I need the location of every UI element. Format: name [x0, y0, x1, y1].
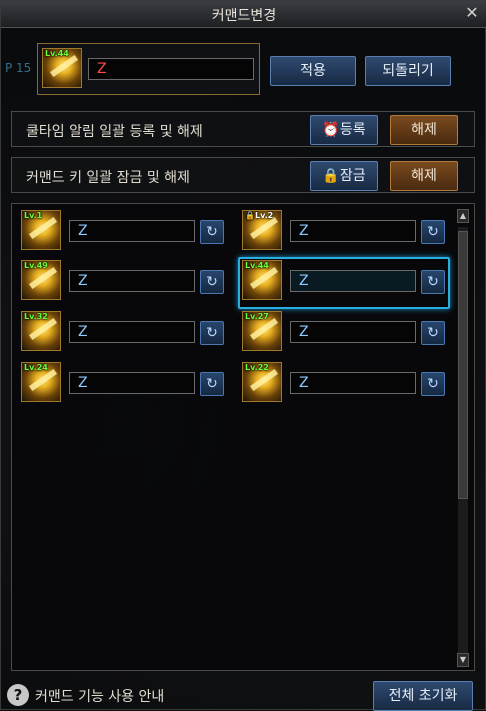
skill-slot: Lv.32 Z ↻ — [21, 309, 226, 359]
skill-icon[interactable]: Lv.44 — [242, 260, 282, 300]
command-field[interactable]: Z — [290, 270, 416, 292]
lock-all-label: 잠금 — [339, 168, 366, 184]
cooldown-release-button[interactable]: 해제 — [390, 115, 458, 145]
skill-slot: 🔒Lv.2 Z ↻ — [242, 208, 447, 258]
skill-slot-selected: Lv.44 Z ↻ — [242, 258, 447, 308]
skill-icon[interactable]: Lv.1 — [21, 210, 61, 250]
revert-button[interactable]: 되돌리기 — [365, 56, 451, 86]
lock-row-label: 커맨드 키 일괄 잠금 및 해제 — [26, 170, 190, 186]
lock-all-button[interactable]: 🔒잠금 — [310, 161, 378, 191]
reset-icon[interactable]: ↻ — [200, 220, 224, 244]
reset-icon[interactable]: ↻ — [421, 270, 445, 294]
reset-icon[interactable]: ↻ — [421, 220, 445, 244]
selected-skill-level: Lv.44 — [45, 49, 69, 58]
skill-slot: Lv.49 Z ↻ — [21, 258, 226, 308]
cooldown-register-label: 등록 — [339, 122, 366, 138]
skill-slot: Lv.24 Z ↻ — [21, 360, 226, 410]
selected-skill-icon: Lv.44 — [42, 48, 82, 88]
background-text: P 15 — [5, 61, 32, 75]
lock-icon: 🔒 — [322, 168, 340, 184]
lock-row: 커맨드 키 일괄 잠금 및 해제 🔒잠금 해제 — [11, 157, 475, 193]
skill-level-text: Lv.2 — [254, 211, 274, 220]
window-title: 커맨드변경 — [211, 8, 277, 24]
title-bar[interactable]: 커맨드변경 ✕ — [1, 1, 486, 28]
alarm-clock-icon: ⏰ — [322, 122, 340, 138]
skill-level: 🔒Lv.2 — [245, 211, 273, 220]
cooldown-register-button[interactable]: ⏰등록 — [310, 115, 378, 145]
cooldown-alert-label: 쿨타임 알림 일괄 등록 및 해제 — [26, 124, 203, 140]
selected-command-field[interactable]: Z — [88, 58, 254, 80]
lock-icon: 🔒 — [245, 211, 255, 220]
scroll-down-icon[interactable]: ▼ — [457, 653, 469, 667]
command-field[interactable]: Z — [290, 220, 416, 242]
command-field[interactable]: Z — [69, 220, 195, 242]
cooldown-alert-row: 쿨타임 알림 일괄 등록 및 해제 ⏰등록 해제 — [11, 111, 475, 147]
command-field[interactable]: Z — [290, 321, 416, 343]
reset-icon[interactable]: ↻ — [200, 270, 224, 294]
skill-level: Lv.27 — [245, 312, 269, 321]
skill-icon[interactable]: Lv.49 — [21, 260, 61, 300]
command-field[interactable]: Z — [290, 372, 416, 394]
skill-icon[interactable]: 🔒Lv.2 — [242, 210, 282, 250]
skill-icon[interactable]: Lv.27 — [242, 311, 282, 351]
close-icon[interactable]: ✕ — [463, 3, 481, 23]
scroll-thumb[interactable] — [458, 231, 468, 499]
list-scrollbar[interactable]: ▲ ▼ — [457, 209, 469, 667]
skill-icon[interactable]: Lv.22 — [242, 362, 282, 402]
command-field[interactable]: Z — [69, 372, 195, 394]
reset-all-button[interactable]: 전체 초기화 — [373, 681, 473, 711]
skill-level: Lv.32 — [24, 312, 48, 321]
command-field[interactable]: Z — [69, 270, 195, 292]
skill-slot: Lv.22 Z ↻ — [242, 360, 447, 410]
selected-skill-panel: Lv.44 Z — [37, 43, 260, 95]
reset-icon[interactable]: ↻ — [200, 372, 224, 396]
skill-level: Lv.49 — [24, 261, 48, 270]
command-field[interactable]: Z — [69, 321, 195, 343]
skill-slot: Lv.27 Z ↻ — [242, 309, 447, 359]
command-change-window: 커맨드변경 ✕ P 15 Lv.44 Z 적용 되돌리기 쿨타임 알림 일괄 등… — [0, 0, 486, 711]
skill-level: Lv.1 — [24, 211, 43, 220]
lock-release-button[interactable]: 해제 — [390, 161, 458, 191]
reset-icon[interactable]: ↻ — [421, 372, 445, 396]
scroll-up-icon[interactable]: ▲ — [457, 209, 469, 223]
skill-level: Lv.24 — [24, 363, 48, 372]
reset-icon[interactable]: ↻ — [200, 321, 224, 345]
apply-button[interactable]: 적용 — [270, 56, 356, 86]
skill-level: Lv.44 — [245, 261, 269, 270]
skill-icon[interactable]: Lv.24 — [21, 362, 61, 402]
question-mark-icon[interactable]: ? — [7, 684, 29, 706]
skill-slot: Lv.1 Z ↻ — [21, 208, 226, 258]
skill-icon[interactable]: Lv.32 — [21, 311, 61, 351]
reset-icon[interactable]: ↻ — [421, 321, 445, 345]
skill-level: Lv.22 — [245, 363, 269, 372]
help-link[interactable]: 커맨드 기능 사용 안내 — [35, 686, 164, 706]
